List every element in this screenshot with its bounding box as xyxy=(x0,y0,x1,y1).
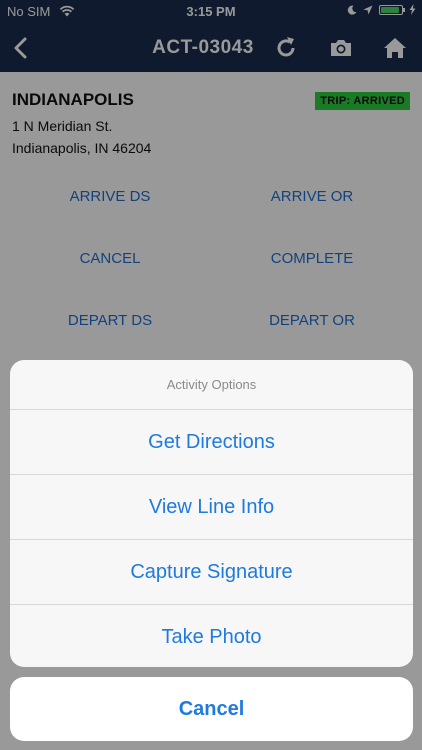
activity-options-sheet: Activity Options Get Directions View Lin… xyxy=(10,360,413,667)
view-line-info-option[interactable]: View Line Info xyxy=(10,475,413,540)
sheet-cancel-button[interactable]: Cancel xyxy=(10,677,413,741)
sheet-title: Activity Options xyxy=(10,360,413,410)
take-photo-option[interactable]: Take Photo xyxy=(10,605,413,667)
capture-signature-option[interactable]: Capture Signature xyxy=(10,540,413,605)
get-directions-option[interactable]: Get Directions xyxy=(10,410,413,475)
